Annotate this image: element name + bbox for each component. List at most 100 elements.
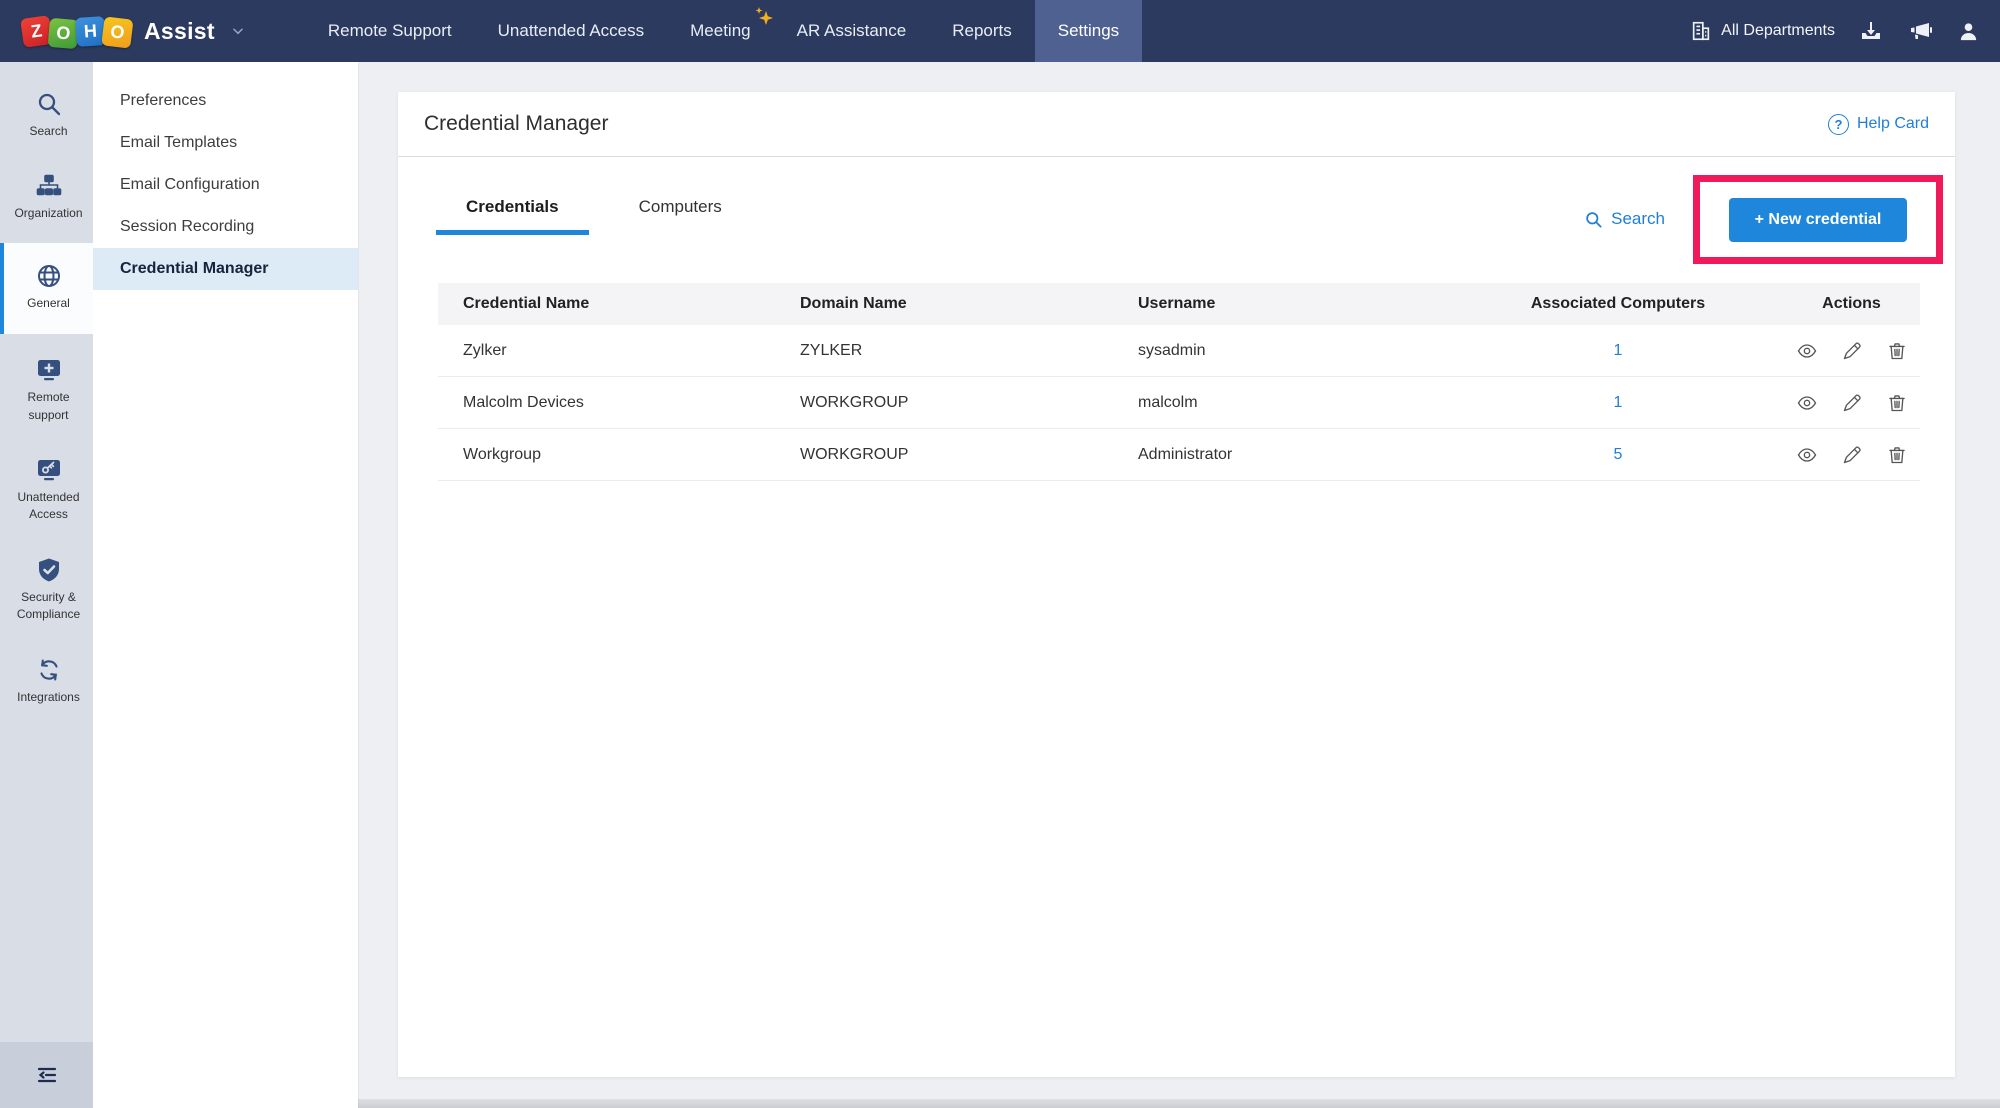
user-account-icon[interactable]	[1957, 20, 1980, 43]
sync-arrows-icon	[36, 657, 62, 683]
rail-label: General	[27, 296, 70, 310]
search-icon	[36, 91, 62, 117]
edit-icon[interactable]	[1842, 445, 1862, 465]
search-label: Search	[1611, 209, 1665, 229]
column-associated-computers: Associated Computers	[1453, 295, 1783, 313]
logo-tile-o1: O	[48, 17, 79, 48]
rail-item-unattended-access[interactable]: Unattended Access	[0, 444, 93, 538]
table-header-row: Credential Name Domain Name Username Ass…	[438, 283, 1920, 325]
rail-item-general[interactable]: General	[0, 243, 93, 334]
submenu-item-email-configuration[interactable]: Email Configuration	[93, 164, 358, 206]
nav-item-settings[interactable]: Settings	[1035, 0, 1142, 62]
rail-label: Unattended Access	[17, 490, 79, 521]
nav-item-meeting[interactable]: Meeting	[667, 0, 773, 62]
column-actions: Actions	[1783, 295, 1920, 313]
domain-name-cell: WORKGROUP	[775, 446, 1113, 464]
nav-item-remote-support[interactable]: Remote Support	[305, 0, 475, 62]
submenu-item-preferences[interactable]: Preferences	[93, 80, 358, 122]
collapse-sidebar-icon	[35, 1063, 59, 1087]
submenu-item-session-recording[interactable]: Session Recording	[93, 206, 358, 248]
chevron-down-icon[interactable]	[231, 24, 245, 38]
rail-item-organization[interactable]: Organization	[0, 160, 93, 236]
help-card-label: Help Card	[1857, 115, 1929, 133]
delete-icon[interactable]	[1887, 341, 1907, 361]
nav-right-cluster: All Departments	[1690, 19, 1980, 43]
search-icon	[1584, 210, 1603, 229]
credential-name-cell: Zylker	[438, 342, 775, 360]
tab-credentials[interactable]: Credentials	[436, 197, 589, 235]
tabs: Credentials Computers	[436, 197, 752, 235]
column-credential-name: Credential Name	[438, 295, 775, 313]
username-cell: sysadmin	[1113, 342, 1453, 360]
view-icon[interactable]	[1797, 341, 1817, 361]
domain-name-cell: WORKGROUP	[775, 394, 1113, 412]
actions-cell	[1783, 445, 1920, 465]
sparkle-icon	[750, 5, 776, 31]
credential-name-cell: Malcolm Devices	[438, 394, 775, 412]
zoho-assist-logo[interactable]: Z O H O Assist	[22, 17, 245, 46]
help-card-link[interactable]: ? Help Card	[1828, 114, 1929, 135]
globe-icon	[36, 263, 62, 289]
column-domain-name: Domain Name	[775, 295, 1113, 313]
rail-label: Integrations	[17, 690, 80, 704]
username-cell: Administrator	[1113, 446, 1453, 464]
top-navigation-bar: Z O H O Assist Remote Support Unattended…	[0, 0, 2000, 62]
actions-cell	[1783, 393, 1920, 413]
primary-nav: Remote Support Unattended Access Meeting…	[305, 0, 1142, 62]
rail-item-remote-support[interactable]: Remote support	[0, 344, 93, 438]
associated-computers-link[interactable]: 5	[1614, 446, 1623, 463]
page-title: Credential Manager	[424, 112, 608, 136]
rail-item-integrations[interactable]: Integrations	[0, 644, 93, 720]
credential-manager-card: Credential Manager ? Help Card Credentia…	[398, 92, 1955, 1077]
department-selector[interactable]: All Departments	[1690, 20, 1835, 42]
submenu-item-credential-manager[interactable]: Credential Manager	[93, 248, 358, 290]
annotation-highlight-box: + New credential	[1693, 175, 1943, 264]
nav-item-unattended-access[interactable]: Unattended Access	[475, 0, 667, 62]
shield-check-icon	[36, 557, 62, 583]
screen-plus-icon	[36, 357, 62, 383]
edit-icon[interactable]	[1842, 393, 1862, 413]
settings-left-rail: Search Organization	[0, 62, 93, 1108]
table-row: Zylker ZYLKER sysadmin 1	[438, 325, 1920, 377]
download-icon[interactable]	[1859, 19, 1883, 43]
domain-name-cell: ZYLKER	[775, 342, 1113, 360]
delete-icon[interactable]	[1887, 393, 1907, 413]
building-icon	[1690, 20, 1712, 42]
question-circle-icon: ?	[1828, 114, 1849, 135]
column-username: Username	[1113, 295, 1453, 313]
edit-icon[interactable]	[1842, 341, 1862, 361]
announcement-megaphone-icon[interactable]	[1907, 19, 1933, 43]
rail-item-search[interactable]: Search	[0, 78, 93, 154]
rail-label: Security & Compliance	[17, 590, 80, 621]
nav-item-reports[interactable]: Reports	[929, 0, 1035, 62]
submenu-item-email-templates[interactable]: Email Templates	[93, 122, 358, 164]
rail-items: Search Organization	[0, 62, 93, 726]
rail-label: Remote support	[27, 390, 69, 421]
logo-tile-o2: O	[101, 16, 133, 48]
associated-computers-link[interactable]: 1	[1614, 394, 1623, 411]
credential-name-cell: Workgroup	[438, 446, 775, 464]
view-icon[interactable]	[1797, 445, 1817, 465]
collapse-sidebar-button[interactable]	[0, 1042, 93, 1108]
associated-computers-link[interactable]: 1	[1614, 342, 1623, 359]
horizontal-scrollbar[interactable]	[358, 1099, 2000, 1108]
nav-item-ar-assistance[interactable]: AR Assistance	[774, 0, 930, 62]
new-credential-button[interactable]: + New credential	[1729, 198, 1908, 242]
org-chart-icon	[36, 173, 62, 199]
rail-label: Search	[29, 124, 67, 138]
rail-item-security-compliance[interactable]: Security & Compliance	[0, 544, 93, 638]
table-search-button[interactable]: Search	[1584, 209, 1665, 229]
table-row: Malcolm Devices WORKGROUP malcolm 1	[438, 377, 1920, 429]
table-row: Workgroup WORKGROUP Administrator 5	[438, 429, 1920, 481]
credentials-table: Credential Name Domain Name Username Ass…	[438, 283, 1920, 481]
rail-label: Organization	[14, 206, 82, 220]
card-header: Credential Manager ? Help Card	[398, 92, 1955, 157]
view-icon[interactable]	[1797, 393, 1817, 413]
delete-icon[interactable]	[1887, 445, 1907, 465]
general-settings-submenu: Preferences Email Templates Email Config…	[93, 62, 358, 1108]
actions-cell	[1783, 341, 1920, 361]
nav-item-meeting-label: Meeting	[690, 21, 750, 41]
zoho-logo: Z O H O	[22, 17, 130, 46]
tab-computers[interactable]: Computers	[609, 197, 752, 235]
toolbar: Credentials Computers Search + New crede…	[398, 157, 1955, 253]
